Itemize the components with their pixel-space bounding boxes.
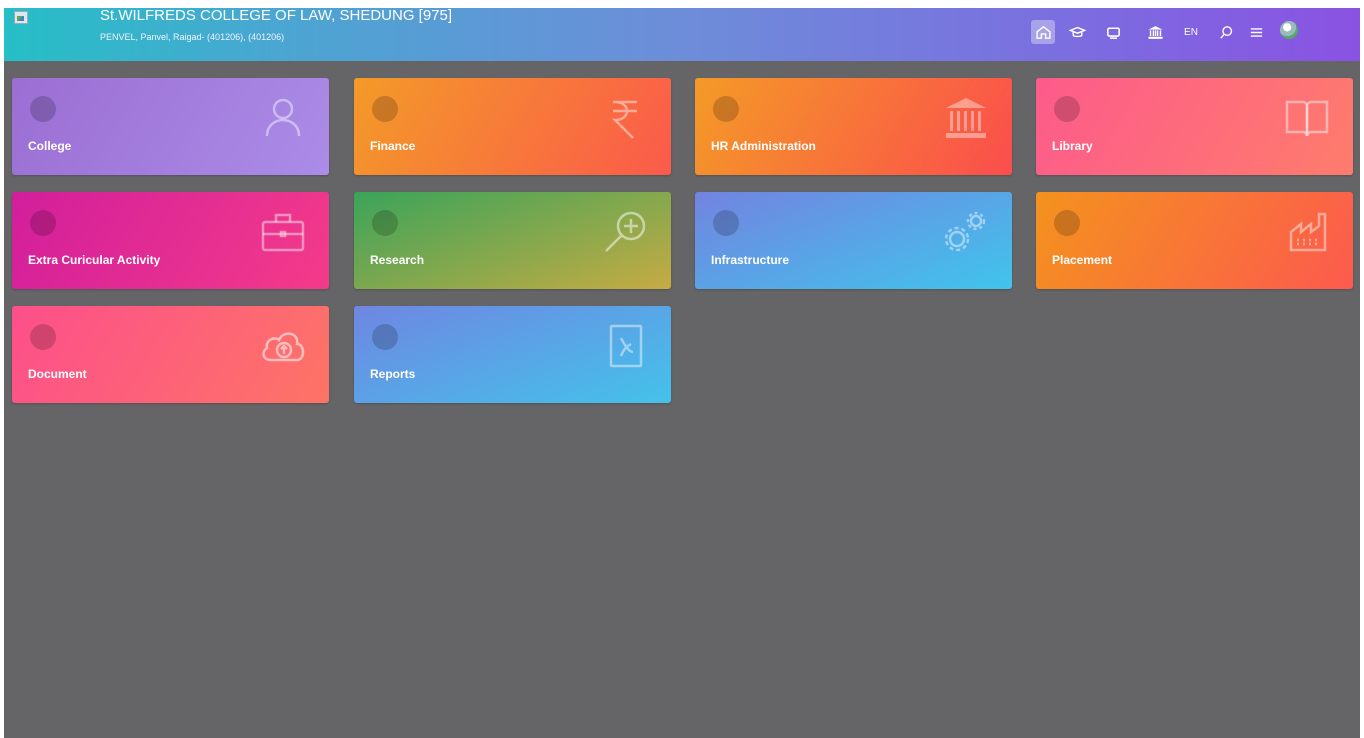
card-label: Infrastructure (711, 253, 790, 267)
user-icon (259, 94, 307, 142)
card-label: Finance (370, 139, 416, 153)
module-card-finance[interactable]: Finance (354, 78, 671, 175)
monitor-icon[interactable] (1101, 20, 1125, 44)
app-frame: St.WILFREDS COLLEGE OF LAW, SHEDUNG [975… (4, 8, 1360, 738)
cloud-upload-icon (259, 322, 307, 370)
card-label: Placement (1052, 253, 1113, 267)
rupee-icon (601, 94, 649, 142)
card-indicator (372, 96, 398, 122)
zoom-in-icon (601, 208, 649, 256)
factory-icon (1283, 208, 1331, 256)
card-label: Library (1052, 139, 1093, 153)
college-logo (14, 11, 28, 24)
module-card-placement[interactable]: Placement (1036, 192, 1353, 289)
card-label: Extra Curicular Activity (28, 253, 161, 267)
search-icon[interactable] (1214, 20, 1238, 44)
module-card-reports[interactable]: Reports (354, 306, 671, 403)
institution-icon[interactable] (1143, 20, 1167, 44)
card-indicator (30, 324, 56, 350)
gears-icon (942, 208, 990, 256)
card-label: Reports (370, 367, 416, 381)
language-selector[interactable]: EN (1179, 20, 1203, 44)
card-indicator (372, 210, 398, 236)
card-indicator (30, 210, 56, 236)
home-icon[interactable] (1031, 20, 1055, 44)
module-card-extra-curicular-activity[interactable]: Extra Curicular Activity (12, 192, 329, 289)
top-header: St.WILFREDS COLLEGE OF LAW, SHEDUNG [975… (4, 8, 1360, 61)
card-label: HR Administration (711, 139, 816, 153)
module-card-library[interactable]: Library (1036, 78, 1353, 175)
module-card-hr-administration[interactable]: HR Administration (695, 78, 1012, 175)
college-name: St.WILFREDS COLLEGE OF LAW, SHEDUNG [975… (100, 8, 453, 24)
card-indicator (713, 210, 739, 236)
card-indicator (372, 324, 398, 350)
card-indicator (1054, 210, 1080, 236)
institution-icon (942, 94, 990, 142)
avatar[interactable] (1280, 21, 1298, 39)
card-indicator (1054, 96, 1080, 122)
card-label: College (28, 139, 72, 153)
card-label: Document (28, 367, 87, 381)
card-label: Research (370, 253, 425, 267)
pdf-file-icon (601, 322, 649, 370)
module-card-document[interactable]: Document (12, 306, 329, 403)
graduation-cap-icon[interactable] (1065, 20, 1089, 44)
module-card-research[interactable]: Research (354, 192, 671, 289)
briefcase-icon (259, 208, 307, 256)
module-card-infrastructure[interactable]: Infrastructure (695, 192, 1012, 289)
header-toolbar: EN (1030, 8, 1360, 61)
module-card-college[interactable]: College (12, 78, 329, 175)
card-indicator (30, 96, 56, 122)
menu-icon[interactable] (1244, 20, 1268, 44)
card-indicator (713, 96, 739, 122)
book-icon (1283, 94, 1331, 142)
college-address: PENVEL, Panvel, Raigad- (401206), (40120… (100, 32, 285, 42)
